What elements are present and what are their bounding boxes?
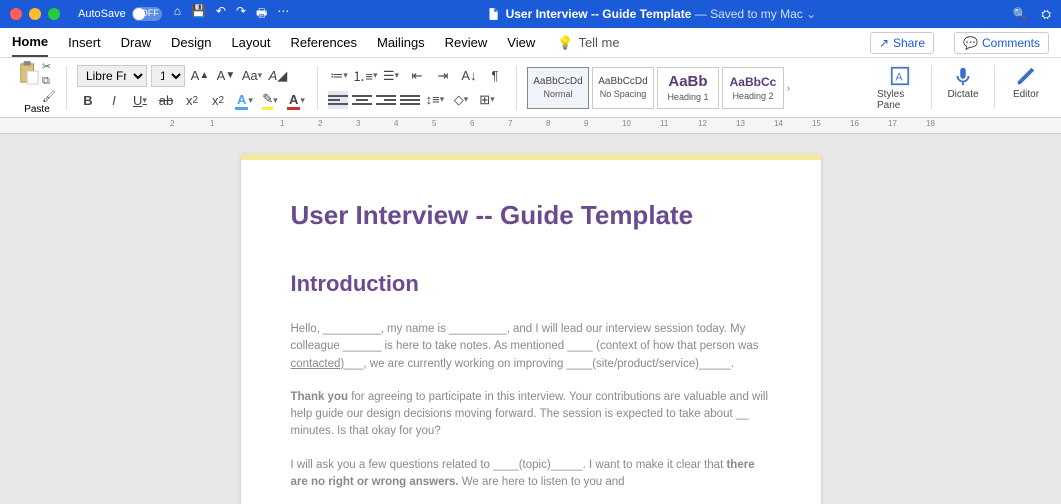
editor-icon [1015,65,1037,87]
styles-pane-button[interactable]: A Styles Pane [877,65,923,111]
multilevel-list-icon[interactable]: ☰ ▾ [380,66,402,86]
bulb-icon: 💡 [557,35,573,51]
text-effects-icon[interactable]: A ▾ [233,91,255,111]
line-spacing-icon[interactable]: ↕≡ ▾ [424,90,446,110]
doc-paragraph-1[interactable]: Hello, _________, my name is _________, … [291,321,771,373]
superscript-button[interactable]: x2 [207,91,229,111]
doc-paragraph-2[interactable]: Thank you for agreeing to participate in… [291,389,771,441]
doc-heading-intro[interactable]: Introduction [291,271,771,297]
document-title: User Interview -- Guide Template — Saved… [289,7,1012,21]
tell-me[interactable]: 💡 Tell me [557,35,619,51]
shading-icon[interactable]: ◇ ▾ [450,90,472,110]
style-normal[interactable]: AaBbCcDd Normal [527,67,589,109]
style-no-spacing[interactable]: AaBbCcDd No Spacing [592,67,654,109]
tab-review[interactable]: Review [445,29,488,56]
document-canvas[interactable]: User Interview -- Guide Template Introdu… [0,134,1061,504]
tab-insert[interactable]: Insert [68,29,101,56]
window-minimize[interactable] [29,8,41,20]
share-arrow-icon: ↗ [879,36,889,50]
styles-more-icon[interactable]: › [787,83,790,93]
numbering-icon[interactable]: ⒈≡ ▾ [354,66,376,86]
change-case-icon[interactable]: Aa ▾ [241,66,263,86]
share-button[interactable]: ↗ Share [870,32,934,54]
decrease-indent-icon[interactable]: ⇤ [406,66,428,86]
tab-draw[interactable]: Draw [121,29,151,56]
increase-font-icon[interactable]: A▲ [189,66,211,86]
tab-mailings[interactable]: Mailings [377,29,425,56]
tab-home[interactable]: Home [12,28,48,57]
highlight-icon[interactable]: ✎ ▾ [259,91,281,111]
doc-icon [486,7,500,21]
comment-icon: 💬 [963,36,978,50]
bullets-icon[interactable]: ≔ ▾ [328,66,350,86]
redo-icon[interactable]: ↷ [236,4,246,25]
align-right-button[interactable] [376,91,396,109]
svg-text:A: A [895,71,903,83]
tab-layout[interactable]: Layout [231,29,270,56]
font-family-select[interactable]: Libre Frank… [77,65,147,87]
strikethrough-button[interactable]: ab [155,91,177,111]
styles-pane-icon: A [889,65,911,87]
show-marks-icon[interactable]: ¶ [484,66,506,86]
bold-button[interactable]: B [77,91,99,111]
tab-view[interactable]: View [507,29,535,56]
print-icon[interactable]: 🖶 [256,4,267,25]
save-icon[interactable]: 💾 [191,4,206,25]
editor-button[interactable]: Editor [1003,65,1049,111]
italic-button[interactable]: I [103,91,125,111]
doc-title[interactable]: User Interview -- Guide Template [291,200,771,231]
align-center-button[interactable] [352,91,372,109]
undo-icon[interactable]: ↶ [216,4,226,25]
copy-icon[interactable]: ⧉ [42,75,56,88]
sort-icon[interactable]: A↓ [458,66,480,86]
autosave-label: AutoSave [78,8,126,20]
search-icon[interactable]: 🔍 [1012,7,1027,22]
font-color-icon[interactable]: A ▾ [285,91,307,111]
subscript-button[interactable]: x2 [181,91,203,111]
clear-format-icon[interactable]: A◢ [267,66,289,86]
cut-icon[interactable]: ✂ [42,60,56,73]
more-icon[interactable]: ⋯ [277,4,289,25]
comments-button[interactable]: 💬 Comments [954,32,1049,54]
doc-paragraph-3[interactable]: I will ask you a few questions related t… [291,457,771,492]
share-icon[interactable]: ⛭ [1041,7,1051,22]
align-left-button[interactable] [328,91,348,109]
borders-icon[interactable]: ⊞ ▾ [476,90,498,110]
paste-icon[interactable] [18,60,40,86]
window-maximize[interactable] [48,8,60,20]
style-heading-2[interactable]: AaBbCc Heading 2 [722,67,784,109]
window-close[interactable] [10,8,22,20]
home-icon[interactable]: ⌂ [174,4,181,25]
underline-button[interactable]: U ▾ [129,91,151,111]
tab-design[interactable]: Design [171,29,211,56]
tab-references[interactable]: References [291,29,357,56]
paste-label: Paste [24,104,50,115]
increase-indent-icon[interactable]: ⇥ [432,66,454,86]
align-justify-button[interactable] [400,91,420,109]
decrease-font-icon[interactable]: A▼ [215,66,237,86]
autosave-toggle[interactable]: AutoSave OFF [78,7,162,21]
document-page[interactable]: User Interview -- Guide Template Introdu… [241,154,821,504]
mic-icon [952,65,974,87]
style-heading-1[interactable]: AaBb Heading 1 [657,67,719,109]
font-size-select[interactable]: 11 [151,65,185,87]
dictate-button[interactable]: Dictate [940,65,986,111]
horizontal-ruler[interactable]: 2 1 1 2 3 4 5 6 7 8 9 10 11 12 13 14 15 … [0,118,1061,134]
format-painter-icon[interactable]: 🖌 [42,90,56,103]
